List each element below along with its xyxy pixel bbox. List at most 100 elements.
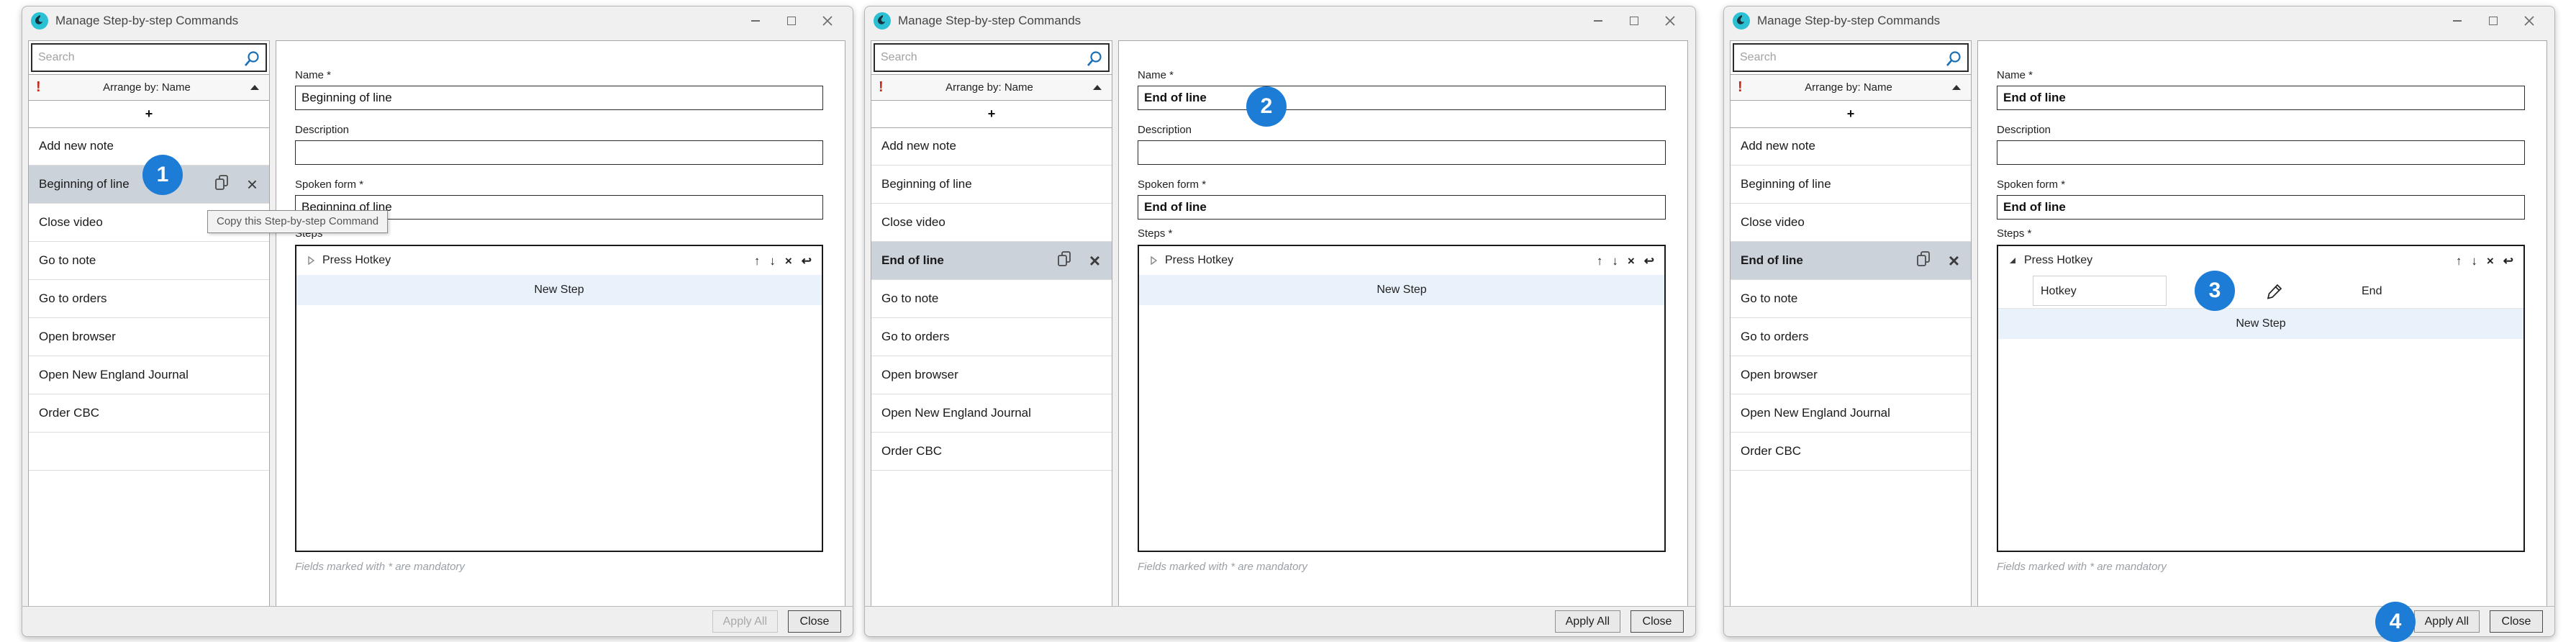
- copy-command-icon[interactable]: [1915, 250, 1931, 271]
- apply-all-button[interactable]: Apply All: [1555, 610, 1620, 633]
- new-step-button[interactable]: New Step: [1139, 275, 1664, 305]
- step-press-hotkey[interactable]: Press Hotkey ↑ ↓ × ↩: [1139, 246, 1664, 275]
- list-item[interactable]: Add new note: [871, 127, 1112, 166]
- copy-command-icon[interactable]: [214, 174, 230, 195]
- list-item[interactable]: Open New England Journal: [871, 394, 1112, 433]
- step-title: Press Hotkey: [1165, 254, 1233, 267]
- spoken-form-field[interactable]: [1997, 195, 2525, 220]
- new-step-button[interactable]: New Step: [1998, 309, 2523, 339]
- minimize-button[interactable]: [2439, 6, 2475, 35]
- expander-collapsed-icon[interactable]: [305, 255, 317, 266]
- list-item[interactable]: Open browser: [1731, 356, 1971, 394]
- command-list-panel: ! Arrange by: Name + Add new note Beginn…: [871, 40, 1112, 607]
- search-icon[interactable]: [242, 50, 261, 72]
- list-item-selected[interactable]: End of line ×: [871, 242, 1112, 280]
- close-window-button[interactable]: [809, 6, 845, 35]
- close-button[interactable]: Close: [788, 610, 841, 633]
- undo-step-icon[interactable]: ↩: [2503, 255, 2513, 267]
- minimize-button[interactable]: [738, 6, 774, 35]
- edit-pencil-icon[interactable]: [2266, 283, 2283, 304]
- footer-bar: Apply All Close: [865, 606, 1695, 636]
- undo-step-icon[interactable]: ↩: [802, 255, 812, 267]
- mandatory-note: Fields marked with * are mandatory: [1997, 561, 2167, 573]
- search-input[interactable]: [1734, 45, 1967, 71]
- delete-step-icon[interactable]: ×: [785, 255, 792, 267]
- undo-step-icon[interactable]: ↩: [1644, 255, 1654, 267]
- list-item[interactable]: Go to note: [29, 242, 269, 280]
- list-item[interactable]: Close video: [871, 204, 1112, 242]
- move-step-down-icon[interactable]: ↓: [769, 255, 776, 267]
- list-item[interactable]: Go to orders: [29, 280, 269, 318]
- delete-command-icon[interactable]: ×: [1089, 251, 1100, 270]
- list-item[interactable]: Open browser: [871, 356, 1112, 394]
- list-item[interactable]: Add new note: [1731, 127, 1971, 166]
- delete-command-icon[interactable]: ×: [1949, 251, 1959, 270]
- name-field[interactable]: [1997, 86, 2525, 110]
- description-field[interactable]: [1138, 140, 1666, 165]
- list-item[interactable]: Beginning of line: [1731, 166, 1971, 204]
- close-button[interactable]: Close: [2490, 610, 2543, 633]
- list-item-selected[interactable]: End of line ×: [1731, 242, 1971, 280]
- titlebar[interactable]: Manage Step-by-step Commands: [1724, 6, 2554, 35]
- step-press-hotkey[interactable]: Press Hotkey ↑ ↓ × ↩: [1998, 246, 2523, 275]
- maximize-button[interactable]: [774, 6, 809, 35]
- add-command-button[interactable]: +: [871, 101, 1112, 128]
- delete-step-icon[interactable]: ×: [2487, 255, 2494, 267]
- name-label: Name *: [1997, 69, 2033, 81]
- list-item-label: End of line: [881, 253, 944, 268]
- list-item[interactable]: Order CBC: [29, 394, 269, 433]
- minimize-icon: [2453, 20, 2462, 22]
- maximize-button[interactable]: [1616, 6, 1652, 35]
- arrange-by-header[interactable]: ! Arrange by: Name: [29, 74, 269, 101]
- apply-all-button[interactable]: Apply All: [2414, 610, 2480, 633]
- close-window-button[interactable]: [1652, 6, 1688, 35]
- list-item[interactable]: Open New England Journal: [1731, 394, 1971, 433]
- list-item[interactable]: Go to note: [871, 280, 1112, 318]
- delete-step-icon[interactable]: ×: [1628, 255, 1635, 267]
- list-item[interactable]: Go to orders: [1731, 318, 1971, 356]
- titlebar[interactable]: Manage Step-by-step Commands: [865, 6, 1695, 35]
- new-step-button[interactable]: New Step: [296, 275, 822, 305]
- move-step-down-icon[interactable]: ↓: [2471, 255, 2477, 267]
- move-step-up-icon[interactable]: ↑: [754, 255, 761, 267]
- delete-command-icon[interactable]: ×: [247, 175, 258, 194]
- list-item[interactable]: Beginning of line: [871, 166, 1112, 204]
- close-button[interactable]: Close: [1631, 610, 1684, 633]
- expander-expanded-icon[interactable]: [2007, 255, 2018, 266]
- name-field[interactable]: [295, 86, 823, 110]
- copy-command-icon[interactable]: [1056, 250, 1072, 271]
- close-window-button[interactable]: [2511, 6, 2547, 35]
- list-item[interactable]: Go to note: [1731, 280, 1971, 318]
- list-item[interactable]: Go to orders: [871, 318, 1112, 356]
- name-field[interactable]: [1138, 86, 1666, 110]
- search-input[interactable]: [32, 45, 266, 71]
- description-field[interactable]: [295, 140, 823, 165]
- minimize-button[interactable]: [1580, 6, 1616, 35]
- search-icon[interactable]: [1085, 50, 1104, 72]
- maximize-button[interactable]: [2475, 6, 2511, 35]
- step-press-hotkey[interactable]: Press Hotkey ↑ ↓ × ↩: [296, 246, 822, 275]
- move-step-up-icon[interactable]: ↑: [1597, 255, 1603, 267]
- expander-collapsed-icon[interactable]: [1148, 255, 1159, 266]
- list-item[interactable]: Order CBC: [871, 433, 1112, 471]
- list-item[interactable]: Open browser: [29, 318, 269, 356]
- description-label: Description: [1997, 124, 2051, 136]
- list-item[interactable]: Order CBC: [1731, 433, 1971, 471]
- move-step-down-icon[interactable]: ↓: [1612, 255, 1618, 267]
- list-item[interactable]: Open New England Journal: [29, 356, 269, 394]
- list-item[interactable]: Close video: [1731, 204, 1971, 242]
- arrange-by-header[interactable]: ! Arrange by: Name: [1731, 74, 1971, 101]
- search-input[interactable]: [875, 45, 1108, 71]
- apply-all-button[interactable]: Apply All: [712, 610, 778, 633]
- spoken-form-field[interactable]: [1138, 195, 1666, 220]
- arrange-by-label: Arrange by: Name: [886, 81, 1093, 94]
- search-icon[interactable]: [1944, 50, 1963, 72]
- move-step-up-icon[interactable]: ↑: [2456, 255, 2462, 267]
- add-command-button[interactable]: +: [1731, 101, 1971, 128]
- steps-box: Press Hotkey ↑ ↓ × ↩ New Step: [295, 245, 823, 552]
- add-command-button[interactable]: +: [29, 101, 269, 128]
- titlebar[interactable]: Manage Step-by-step Commands: [22, 6, 853, 35]
- arrange-by-header[interactable]: ! Arrange by: Name: [871, 74, 1112, 101]
- hotkey-dropdown[interactable]: Hotkey: [2033, 276, 2167, 306]
- description-field[interactable]: [1997, 140, 2525, 165]
